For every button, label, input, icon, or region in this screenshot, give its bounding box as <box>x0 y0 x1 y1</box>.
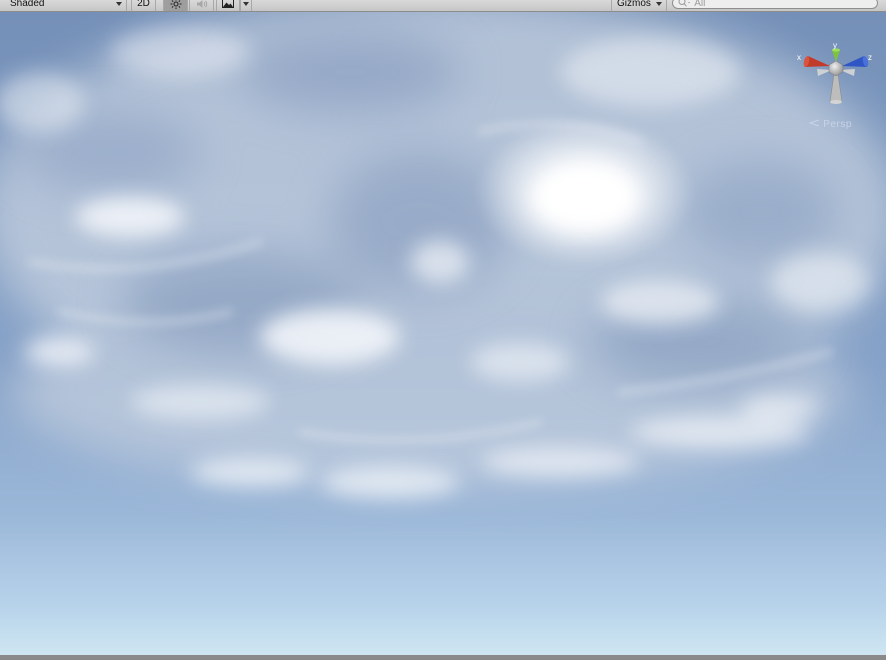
scene-lighting-button[interactable] <box>163 0 188 11</box>
projection-toggle[interactable]: Persp <box>808 119 852 130</box>
gizmos-label: Gizmos <box>617 0 651 9</box>
image-effects-dropdown[interactable] <box>240 0 252 11</box>
scene-audio-button[interactable] <box>189 0 214 11</box>
shading-mode-dropdown[interactable]: Shaded <box>0 0 127 11</box>
search-input[interactable]: All <box>672 0 878 9</box>
chevron-down-icon <box>656 2 662 6</box>
gizmo-center-cube <box>828 60 844 77</box>
scene-toolbar: Shaded 2D Gizmos All <box>0 0 886 12</box>
search-placeholder: All <box>694 0 706 9</box>
scene-viewport[interactable]: x y z Persp <box>0 12 886 655</box>
image-effects-icon <box>222 0 234 8</box>
y-axis-cone <box>832 50 840 62</box>
gizmos-dropdown[interactable]: Gizmos <box>611 0 667 11</box>
sky-clouds <box>0 12 886 498</box>
toggle-2d-button[interactable]: 2D <box>131 0 156 11</box>
toggle-2d-label: 2D <box>137 0 150 9</box>
axis-label-z: z <box>868 53 872 62</box>
bottom-border <box>0 655 886 660</box>
axis-label-x: x <box>797 53 801 62</box>
shading-mode-label: Shaded <box>10 0 45 9</box>
chevron-down-icon <box>243 2 249 6</box>
scene-orientation-gizmo[interactable]: x y z <box>796 22 876 122</box>
projection-label: Persp <box>823 119 852 130</box>
sun-icon <box>170 0 181 9</box>
neg-y-cone <box>829 73 843 103</box>
image-effects-button[interactable] <box>216 0 240 11</box>
audio-icon <box>196 0 207 8</box>
search-icon <box>678 0 690 7</box>
perspective-icon <box>808 119 820 127</box>
chevron-down-icon <box>116 2 122 6</box>
axis-label-y: y <box>833 41 837 50</box>
